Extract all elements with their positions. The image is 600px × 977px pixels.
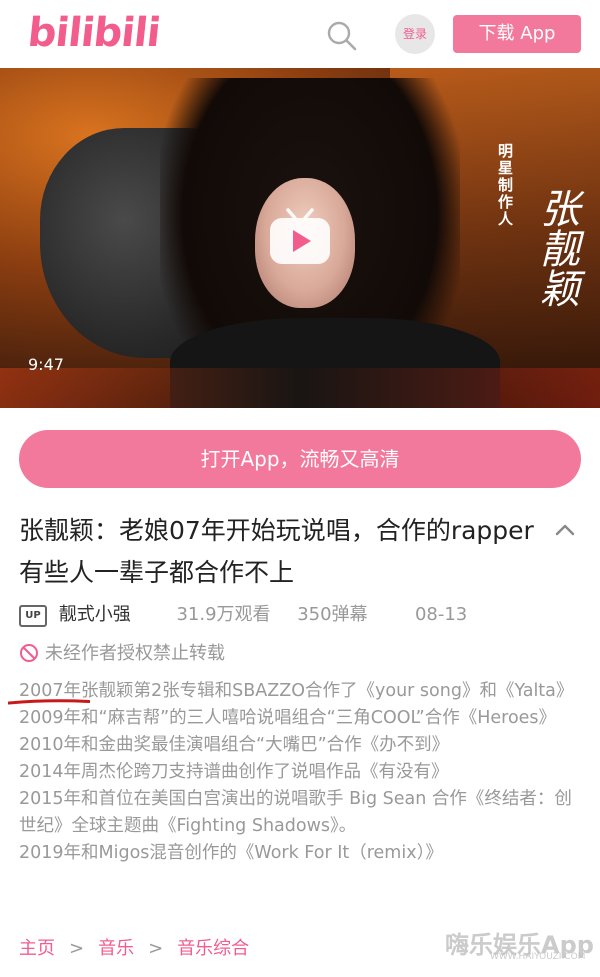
description-line: 2019年和Migos混音创作的《Work For It（remix）》 (19, 843, 443, 863)
view-count: 31.9万观看 (176, 604, 271, 625)
breadcrumb-music-general[interactable]: 音乐综合 (177, 938, 249, 959)
login-button[interactable]: 登录 (395, 14, 435, 54)
top-bar: bilibili 登录 下载 App (0, 0, 600, 68)
breadcrumb: 主页 > 音乐 > 音乐综合 (19, 936, 249, 962)
poster-subtitle: 明星制作人 (496, 143, 514, 228)
description-line: 2010年和金曲奖最佳演唱组合“大嘴巴”合作《办不到》 (19, 735, 450, 755)
publish-date: 08-13 (414, 604, 468, 625)
video-meta: UP 靓式小强 31.9万观看 350弹幕 08-13 (19, 603, 579, 627)
bilibili-logo[interactable]: bilibili (26, 10, 162, 56)
download-app-button[interactable]: 下载 App (453, 15, 581, 53)
video-title: 张靓颖：老娘07年开始玩说唱，合作的rapper有些人一辈子都合作不上 (19, 516, 534, 587)
description-line: 2014年周杰伦跨刀支持谱曲创作了说唱作品《有没有》 (19, 762, 449, 782)
description-line: 2007年张靓颖第2张专辑和SBAZZO合作了《your song》和《Yalt… (19, 681, 574, 701)
breadcrumb-home[interactable]: 主页 (19, 938, 55, 959)
breadcrumb-separator: > (148, 938, 164, 959)
watermark-url: WWW.HAIYOUZI.COM (490, 952, 586, 962)
red-underline-annotation (8, 699, 90, 705)
open-app-button[interactable]: 打开App，流畅又高清 (19, 430, 581, 488)
danmaku-count: 350弹幕 (297, 604, 368, 625)
breadcrumb-music[interactable]: 音乐 (98, 938, 134, 959)
description-line: 2009年和“麻吉帮”的三人嘻哈说唱组合“三角COOL”合作《Heroes》 (19, 708, 557, 728)
uploader-name[interactable]: 靓式小强 (59, 603, 171, 627)
repost-notice-text: 未经作者授权禁止转载 (45, 643, 225, 664)
up-badge: UP (19, 605, 47, 627)
search-icon[interactable] (326, 20, 358, 52)
breadcrumb-separator: > (69, 938, 85, 959)
play-icon[interactable] (268, 206, 332, 266)
forbidden-icon (20, 644, 38, 662)
description-line: 2015年和首位在美国白宫演出的说唱歌手 Big Sean 合作《终结者：创世纪… (19, 789, 572, 836)
poster-bottom-glow (0, 368, 600, 408)
video-description: 2007年张靓颖第2张专辑和SBAZZO合作了《your song》和《Yalt… (19, 678, 579, 867)
repost-notice: 未经作者授权禁止转载 (19, 642, 225, 666)
video-player[interactable]: 明星制作人 张靓颖 9:47 (0, 68, 600, 408)
chevron-up-icon[interactable] (553, 518, 577, 542)
video-duration: 9:47 (28, 355, 64, 374)
poster-name: 张靓颖 (533, 188, 579, 308)
